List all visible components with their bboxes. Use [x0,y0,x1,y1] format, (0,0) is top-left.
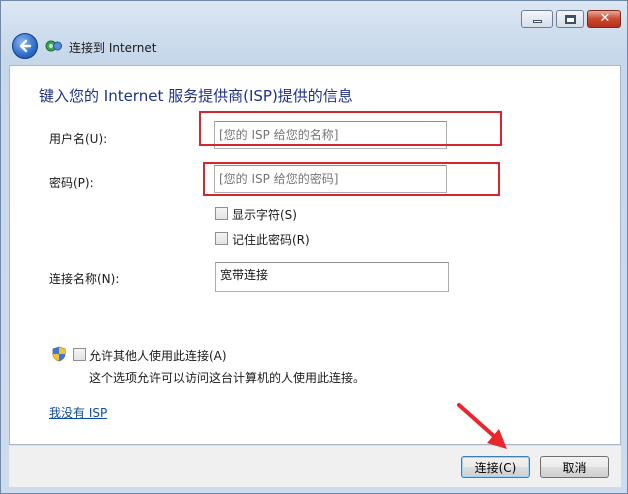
allow-others-label[interactable]: 允许其他人使用此连接(A) [89,347,227,364]
password-label: 密码(P): [49,176,94,190]
dialog-window: ✕ 连接到 Internet 键入您的 Internet 服务提供商(ISP)提… [0,0,628,494]
maximize-icon [565,15,576,24]
back-arrow-icon [19,39,32,53]
allow-others-checkbox[interactable] [73,348,86,361]
remember-password-label[interactable]: 记住此密码(R) [232,231,310,248]
username-highlight-box [199,111,502,146]
cancel-button[interactable]: 取消 [540,456,609,478]
connection-name-label: 连接名称(N): [49,272,120,286]
no-isp-link[interactable]: 我没有 ISP [49,404,107,421]
close-icon: ✕ [599,11,611,26]
show-characters-checkbox[interactable] [215,207,228,220]
shield-icon [52,346,66,362]
connection-name-input[interactable]: 宽带连接 [215,262,449,292]
password-highlight-box [203,162,500,196]
red-pointer-arrow [457,403,507,449]
nav-title: 连接到 Internet [69,41,157,55]
show-characters-label[interactable]: 显示字符(S) [232,206,297,223]
minimize-icon [533,20,542,23]
back-button[interactable] [12,33,38,59]
close-button[interactable]: ✕ [587,10,621,28]
remember-password-checkbox[interactable] [215,232,228,245]
page-heading: 键入您的 Internet 服务提供商(ISP)提供的信息 [39,87,353,105]
network-connection-icon [45,40,62,52]
maximize-button[interactable] [556,10,584,28]
minimize-button[interactable] [521,10,553,28]
allow-others-description: 这个选项允许可以访问这台计算机的人使用此连接。 [89,371,366,385]
connect-button[interactable]: 连接(C) [461,456,530,478]
username-label: 用户名(U): [49,132,108,146]
